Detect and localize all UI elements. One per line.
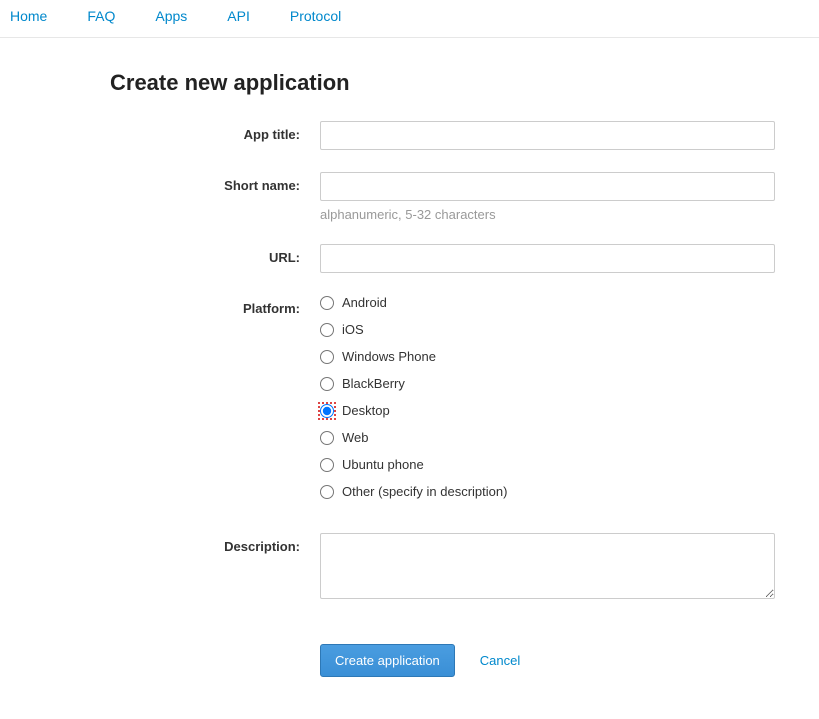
url-label: URL: (110, 244, 320, 265)
platform-label: Platform: (110, 295, 320, 316)
description-input[interactable] (320, 533, 775, 599)
platform-desktop-label: Desktop (342, 403, 390, 418)
platform-ubuntu-label: Ubuntu phone (342, 457, 424, 472)
content: Create new application App title: Short … (0, 38, 819, 719)
platform-android-radio[interactable] (320, 296, 334, 310)
short-name-input[interactable] (320, 172, 775, 201)
platform-ios-label: iOS (342, 322, 364, 337)
nav-api[interactable]: API (227, 8, 250, 24)
platform-android[interactable]: Android (320, 295, 775, 310)
short-name-label: Short name: (110, 172, 320, 193)
platform-web[interactable]: Web (320, 430, 775, 445)
app-title-input[interactable] (320, 121, 775, 150)
nav-apps[interactable]: Apps (155, 8, 187, 24)
platform-other-radio[interactable] (320, 485, 334, 499)
platform-blackberry-label: BlackBerry (342, 376, 405, 391)
platform-windows-phone-radio[interactable] (320, 350, 334, 364)
description-label: Description: (110, 533, 320, 554)
platform-web-radio[interactable] (320, 431, 334, 445)
url-input[interactable] (320, 244, 775, 273)
platform-other[interactable]: Other (specify in description) (320, 484, 775, 499)
platform-blackberry[interactable]: BlackBerry (320, 376, 775, 391)
platform-windows-phone[interactable]: Windows Phone (320, 349, 775, 364)
platform-ios[interactable]: iOS (320, 322, 775, 337)
platform-android-label: Android (342, 295, 387, 310)
platform-web-label: Web (342, 430, 369, 445)
platform-other-label: Other (specify in description) (342, 484, 507, 499)
platform-ios-radio[interactable] (320, 323, 334, 337)
platform-options: Android iOS Windows Phone BlackBerry Des… (320, 295, 775, 511)
form-actions: Create application Cancel (320, 644, 775, 677)
nav-protocol[interactable]: Protocol (290, 8, 341, 24)
platform-ubuntu-radio[interactable] (320, 458, 334, 472)
platform-blackberry-radio[interactable] (320, 377, 334, 391)
app-title-label: App title: (110, 121, 320, 142)
platform-desktop-radio[interactable] (320, 404, 334, 418)
platform-desktop[interactable]: Desktop (320, 403, 775, 418)
page-title: Create new application (110, 70, 809, 96)
short-name-help: alphanumeric, 5-32 characters (320, 207, 775, 222)
platform-windows-phone-label: Windows Phone (342, 349, 436, 364)
platform-ubuntu[interactable]: Ubuntu phone (320, 457, 775, 472)
nav-home[interactable]: Home (10, 8, 47, 24)
cancel-link[interactable]: Cancel (480, 653, 520, 668)
create-application-button[interactable]: Create application (320, 644, 455, 677)
nav-faq[interactable]: FAQ (87, 8, 115, 24)
top-nav: Home FAQ Apps API Protocol (0, 0, 819, 38)
